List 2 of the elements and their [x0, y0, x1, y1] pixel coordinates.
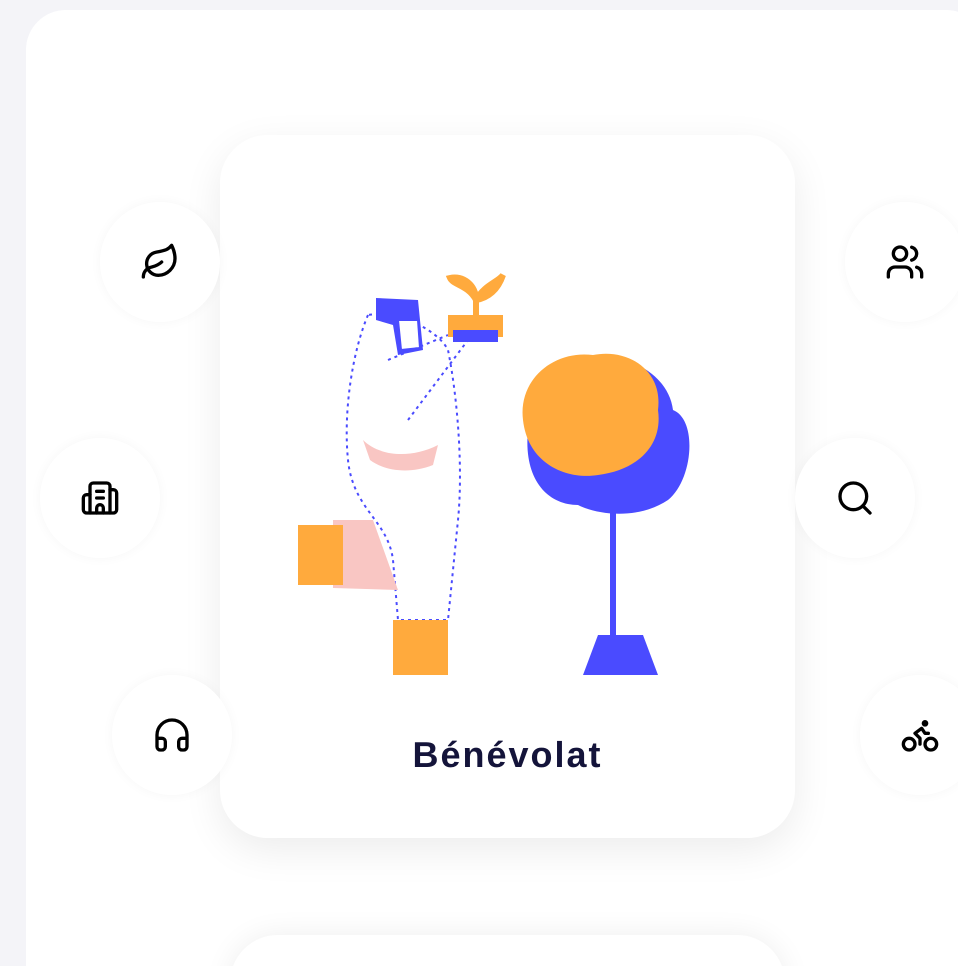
- card-title: Bénévolat: [412, 733, 603, 777]
- category-card[interactable]: Bénévolat: [220, 135, 795, 838]
